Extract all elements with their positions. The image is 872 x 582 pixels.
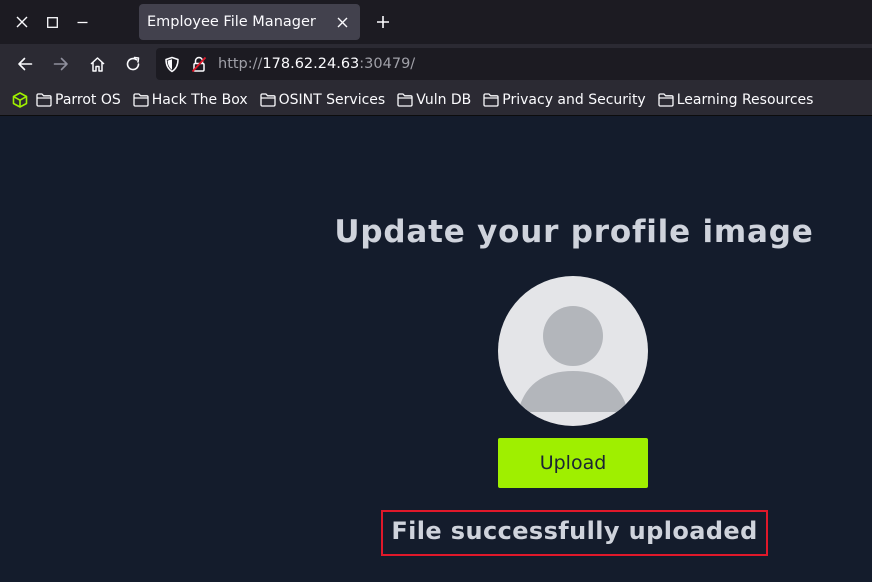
- page-content: Update your profile image Upload File su…: [0, 116, 872, 582]
- restore-icon: [46, 16, 58, 28]
- bookmark-label: Hack The Box: [151, 92, 248, 108]
- plus-icon: [377, 16, 389, 28]
- url-bar[interactable]: http://178.62.24.63:30479/: [156, 48, 872, 80]
- folder-icon: [483, 93, 499, 107]
- bookmark-list: Parrot OS Hack The Box OSINT Services Vuln …: [36, 84, 825, 116]
- navigation-bar: http://178.62.24.63:30479/: [0, 44, 872, 84]
- tab-employee-file-manager[interactable]: Employee File Manager: [139, 4, 360, 40]
- upload-status-box: File successfully uploaded: [381, 510, 768, 556]
- page-title: Update your profile image: [334, 214, 814, 250]
- tracking-protection-button[interactable]: [162, 54, 182, 74]
- tab-close-button[interactable]: [330, 10, 354, 34]
- window-close-button[interactable]: [9, 8, 35, 36]
- close-icon: [337, 17, 347, 27]
- parrot-cube-logo-icon[interactable]: [12, 92, 28, 108]
- reload-icon: [126, 56, 140, 71]
- upload-status-message: File successfully uploaded: [391, 517, 758, 545]
- url-port-path: :30479/: [359, 56, 416, 72]
- back-arrow-icon: [18, 57, 33, 71]
- upload-button[interactable]: Upload: [498, 438, 648, 488]
- folder-icon: [133, 93, 149, 107]
- bookmark-parrot-os[interactable]: Parrot OS: [36, 84, 121, 116]
- close-icon: [16, 16, 28, 28]
- bookmark-osint-services[interactable]: OSINT Services: [259, 84, 386, 116]
- bookmark-vuln-db[interactable]: Vuln DB: [397, 84, 471, 116]
- forward-button[interactable]: [46, 50, 76, 78]
- folder-icon: [397, 93, 413, 107]
- bookmarks-bar: Parrot OS Hack The Box OSINT Services Vuln …: [0, 84, 872, 116]
- folder-icon: [259, 93, 276, 107]
- url-host: 178.62.24.63: [262, 56, 360, 72]
- bookmark-label: Privacy and Security: [502, 92, 646, 108]
- home-button[interactable]: [82, 50, 112, 78]
- url-scheme: http://: [218, 56, 263, 72]
- new-tab-button[interactable]: [369, 8, 397, 36]
- bookmark-label: Learning Resources: [676, 92, 814, 108]
- bookmark-hack-the-box[interactable]: Hack The Box: [133, 84, 248, 116]
- forward-arrow-icon: [53, 57, 68, 71]
- bookmark-learning-resources[interactable]: Learning Resources: [658, 84, 814, 116]
- url-text[interactable]: http://178.62.24.63:30479/: [218, 48, 415, 80]
- folder-icon: [658, 93, 674, 107]
- browser-window: Employee File Manager http://178.62.24.6…: [0, 0, 872, 582]
- back-button[interactable]: [10, 50, 40, 78]
- insecure-lock-icon: [191, 56, 207, 72]
- user-silhouette-icon: [518, 306, 628, 412]
- reload-button[interactable]: [118, 50, 148, 78]
- minimize-icon: [77, 21, 87, 23]
- window-restore-button[interactable]: [39, 8, 65, 36]
- profile-avatar: [498, 276, 648, 426]
- home-icon: [89, 56, 105, 72]
- tab-title: Employee File Manager: [147, 14, 316, 30]
- shield-icon: [165, 56, 179, 72]
- bookmark-label: Vuln DB: [416, 92, 472, 108]
- site-security-button[interactable]: [189, 54, 209, 74]
- window-minimize-button[interactable]: [69, 8, 95, 36]
- folder-icon: [36, 93, 52, 107]
- bookmark-label: Parrot OS: [55, 92, 121, 108]
- tab-bar: Employee File Manager: [0, 0, 872, 44]
- bookmark-label: OSINT Services: [278, 92, 386, 108]
- bookmark-privacy-and-security[interactable]: Privacy and Security: [483, 84, 646, 116]
